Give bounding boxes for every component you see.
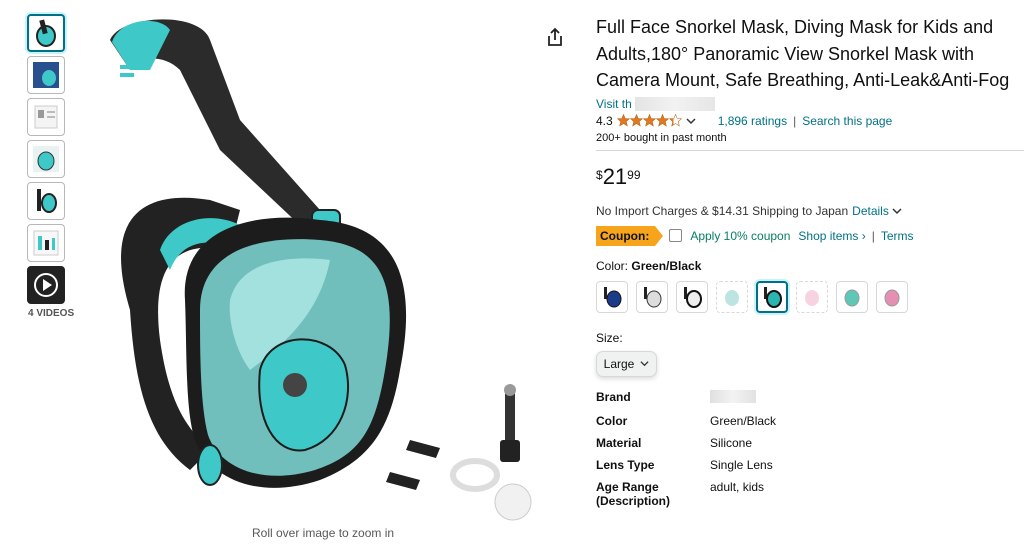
star-icon [616,114,630,127]
mask-side-thumbnail-icon [37,189,57,213]
infographic-thumbnail-icon [33,62,59,88]
thumbnail-strip: 4 VIDEOS [27,14,74,319]
visit-store-link[interactable]: Visit th [596,96,1026,111]
coupon-row: Coupon: Apply 10% coupon Shop items › | … [596,225,1026,246]
mask-swatch-icon [725,289,739,306]
chevron-down-icon [640,361,649,367]
star-icon [629,114,643,127]
spec-value: Green/Black [710,413,777,428]
spec-row: Age Range (Description) adult, kids [596,480,1026,508]
spec-row: Color Green/Black [596,414,1026,428]
product-title: Full Face Snorkel Mask, Diving Mask for … [596,17,1010,90]
shipping-text: No Import Charges & $14.31 Shipping to J… [596,203,849,218]
color-selector-label: Color: Green/Black [596,259,1026,273]
price-fraction: 99 [627,167,641,182]
apply-coupon-label[interactable]: Apply 10% coupon [690,229,790,243]
rating-value: 4.3 [596,113,613,128]
spec-value: Single Lens [710,457,773,472]
star-icon [642,114,656,127]
spec-value: adult, kids [710,479,765,494]
shipping-details-link[interactable]: Details [852,204,889,218]
spec-key: Lens Type [596,457,655,472]
spec-row: Lens Type Single Lens [596,458,1026,472]
divider [596,149,1024,151]
store-name-redacted [634,96,715,111]
coupon-badge: Coupon: [596,225,664,246]
rating-row: 4.3 1,896 ratings | Search this page [596,114,1026,128]
chevron-down-icon[interactable] [892,206,902,216]
shipping-info: No Import Charges & $14.31 Shipping to J… [596,204,1026,218]
color-swatch-selected[interactable] [756,280,788,313]
product-specs: Brand Color Green/Black Material Silicon… [596,389,1026,508]
separator: | [793,113,797,128]
spec-value: Silicone [710,435,753,450]
thumbnail-2[interactable] [27,56,65,94]
chevron-down-icon [686,118,696,125]
color-swatch-unavailable[interactable] [796,280,828,313]
mask-detail-thumbnail-icon [33,146,59,172]
ratings-count-link[interactable]: 1,896 ratings [718,114,787,128]
price-symbol: $ [596,167,603,182]
share-icon[interactable] [544,26,566,48]
color-label: Color: [596,258,629,273]
color-swatch[interactable] [876,280,908,313]
video-count-label[interactable]: 4 VIDEOS [28,308,74,319]
main-product-image[interactable] [90,10,560,525]
shop-items-link[interactable]: Shop items › [798,229,865,243]
price-whole: 21 [602,163,628,189]
mask-swatch-icon [805,289,819,306]
spec-row: Brand [596,389,1026,406]
thumbnail-4[interactable] [27,140,65,178]
thumbnail-6[interactable] [27,224,65,262]
visit-store-text[interactable]: Visit th [596,97,632,111]
spec-row: Material Silicone [596,436,1026,450]
play-icon [34,273,58,297]
spec-key: Material [596,435,642,450]
diagram-thumbnail-icon [34,105,58,129]
star-icon [655,114,669,127]
thumbnail-3[interactable] [27,98,65,136]
selected-color: Green/Black [631,258,702,273]
spec-key: Color [596,413,628,428]
size-selected: Large [603,356,635,371]
color-swatch[interactable] [596,280,628,313]
size-chart-thumbnail-icon [33,230,59,256]
price: $ 21 99 [596,163,1026,189]
spec-value-redacted [710,389,756,406]
mask-swatch-icon [844,289,860,306]
mask-swatch-icon [604,286,622,307]
color-swatches [596,280,1026,313]
zoom-hint: Roll over image to zoom in [252,526,395,540]
video-thumbnail[interactable] [27,266,65,304]
thumbnail-1[interactable] [27,14,65,52]
spec-key: Age Range (Description) [596,479,671,508]
size-dropdown[interactable]: Large [596,350,657,377]
star-rating[interactable] [616,114,696,127]
mask-swatch-icon [644,286,662,307]
snorkel-mask-image [110,19,532,521]
mask-swatch-icon [764,286,782,308]
product-details: Full Face Snorkel Mask, Diving Mask for … [596,14,1026,516]
coupon-checkbox[interactable] [669,229,683,242]
mask-swatch-icon [684,286,702,308]
terms-link[interactable]: Terms [881,229,914,243]
color-swatch[interactable] [836,280,868,313]
search-page-link[interactable]: Search this page [802,114,892,128]
spec-key: Brand [596,389,631,404]
size-label: Size: [596,330,623,345]
brand-redacted [710,389,756,403]
mask-thumbnail-icon [36,19,56,47]
thumbnail-5[interactable] [27,182,65,220]
separator: | [871,228,875,243]
color-swatch[interactable] [636,280,668,313]
color-swatch[interactable] [676,280,708,313]
mask-swatch-icon [884,289,900,306]
bought-count: 200+ bought in past month [596,131,727,144]
color-swatch-unavailable[interactable] [716,280,748,313]
half-star-icon [668,114,682,127]
